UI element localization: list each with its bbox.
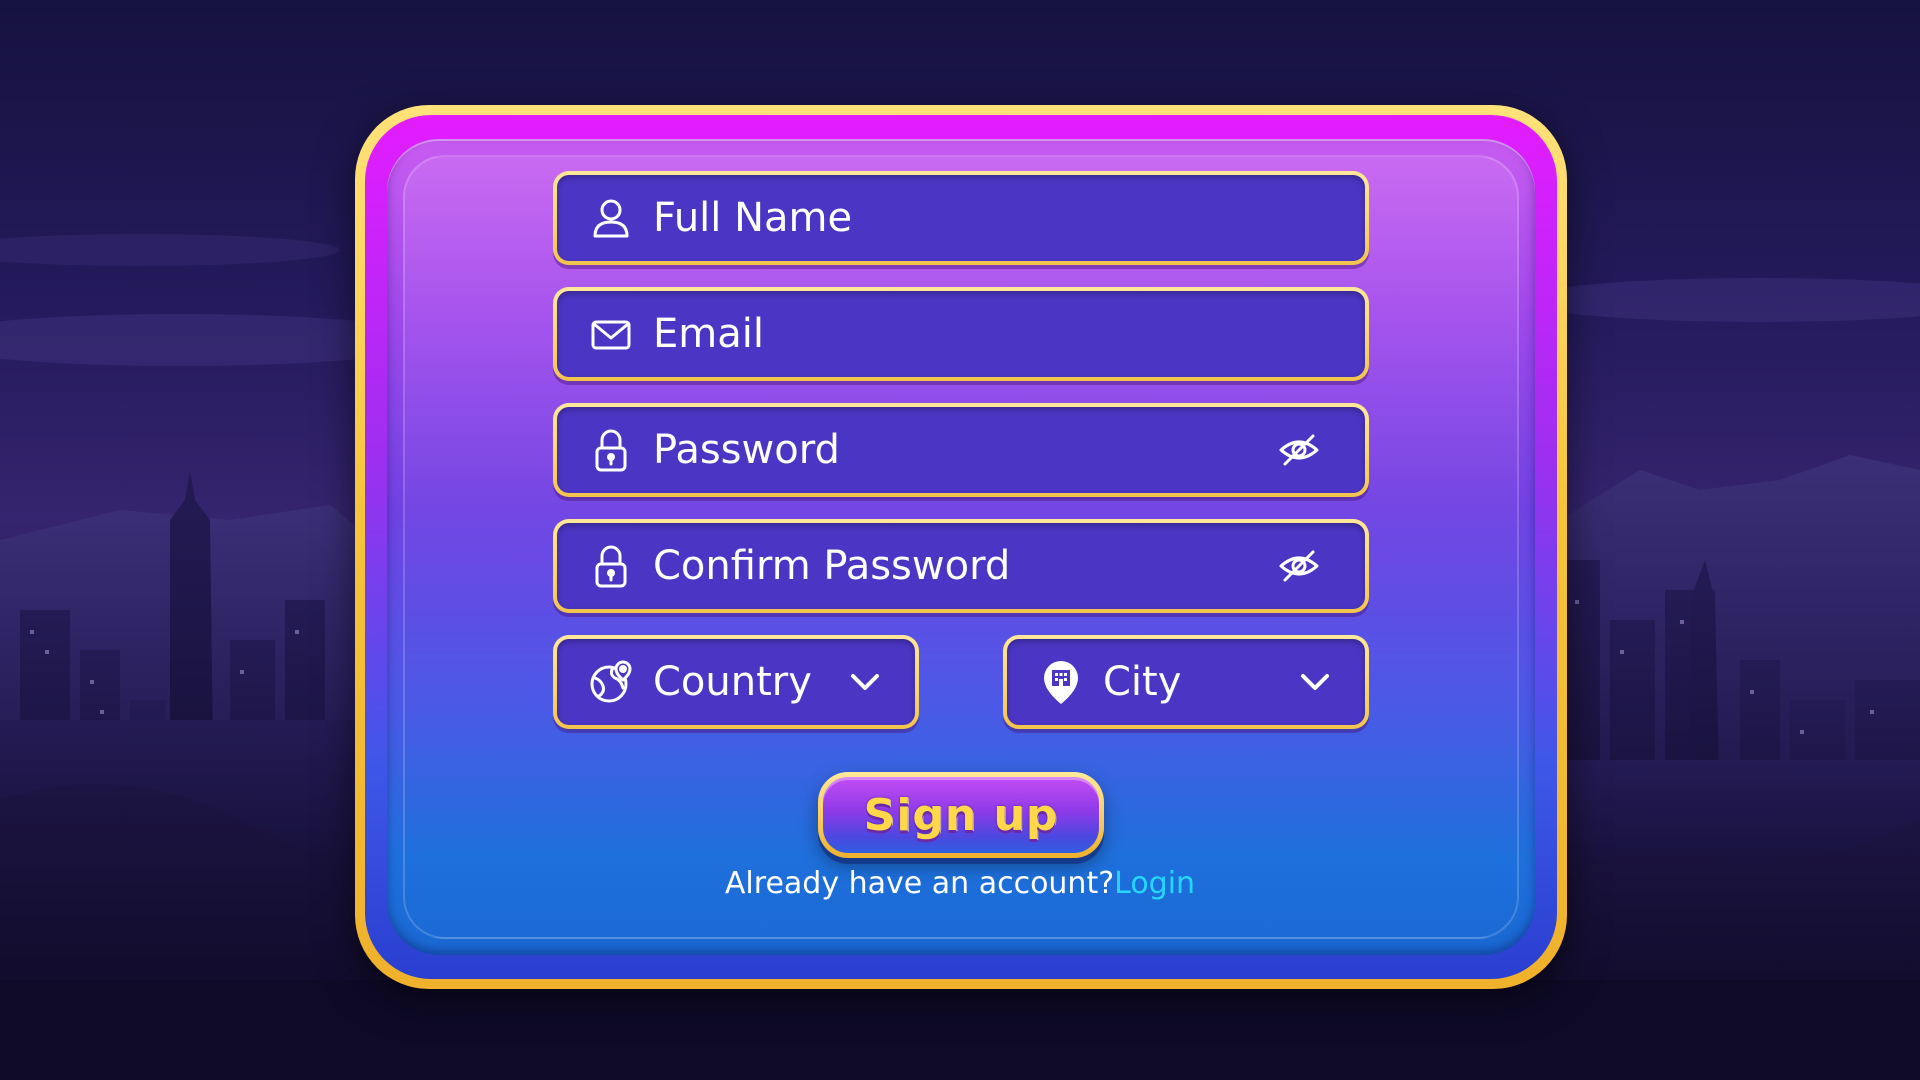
password-placeholder: Password	[653, 427, 840, 473]
chevron-down-icon[interactable]	[845, 662, 885, 702]
globe-icon	[587, 658, 635, 706]
lock-icon	[587, 542, 635, 590]
password-input[interactable]: Password	[557, 407, 1365, 493]
background-scene: Full Name Email Password Confirm Passwor…	[0, 0, 1920, 1080]
mail-icon	[587, 310, 635, 358]
confirm-password-field[interactable]: Confirm Password	[553, 519, 1369, 613]
country-select[interactable]: Country	[557, 639, 915, 725]
confirm-password-placeholder: Confirm Password	[653, 543, 1011, 589]
city-dropdown[interactable]: City	[1003, 635, 1369, 729]
email-input[interactable]: Email	[557, 291, 1365, 377]
email-field[interactable]: Email	[553, 287, 1369, 381]
lock-icon	[587, 426, 635, 474]
full-name-input[interactable]: Full Name	[557, 175, 1365, 261]
user-icon	[587, 194, 635, 242]
login-prompt-text: Already have an account?	[724, 866, 1115, 901]
signup-button-label[interactable]: Sign up	[823, 777, 1099, 853]
confirm-password-input[interactable]: Confirm Password	[557, 523, 1365, 609]
country-label: Country	[653, 659, 812, 705]
email-placeholder: Email	[653, 311, 764, 357]
password-field[interactable]: Password	[553, 403, 1369, 497]
chevron-down-icon[interactable]	[1295, 662, 1335, 702]
signup-button[interactable]: Sign up	[818, 772, 1104, 858]
eye-off-icon[interactable]	[1277, 544, 1321, 588]
map-pin-building-icon	[1037, 658, 1085, 706]
city-label: City	[1103, 659, 1182, 705]
login-prompt-line: Already have an account?Login	[560, 866, 1360, 901]
full-name-placeholder: Full Name	[653, 195, 853, 241]
full-name-field[interactable]: Full Name	[553, 171, 1369, 265]
city-select[interactable]: City	[1007, 639, 1365, 725]
login-link[interactable]: Login	[1114, 866, 1195, 901]
country-dropdown[interactable]: Country	[553, 635, 919, 729]
eye-off-icon[interactable]	[1277, 428, 1321, 472]
